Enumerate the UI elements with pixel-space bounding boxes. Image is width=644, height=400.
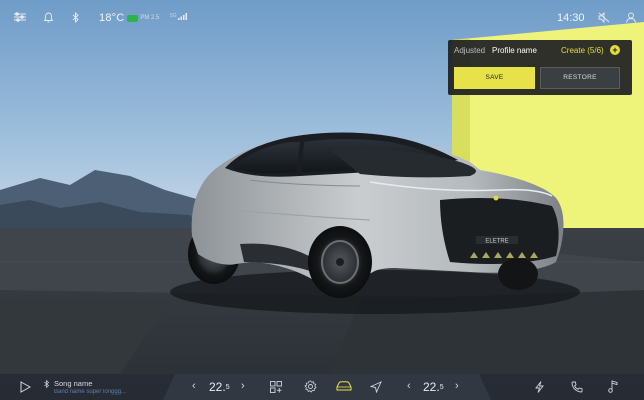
temp-right-value: 22. 5 xyxy=(423,380,444,394)
bluetooth-icon[interactable] xyxy=(72,12,79,23)
temp-right-integer: 22. xyxy=(423,380,440,394)
add-profile-icon[interactable]: + xyxy=(610,45,620,55)
temp-left-decimal: 5 xyxy=(225,383,230,391)
temp-left-integer: 22. xyxy=(209,380,226,394)
car-icon[interactable] xyxy=(336,381,352,392)
air-quality-indicator xyxy=(127,14,139,22)
air-quality-label: PM 2.5 xyxy=(140,15,160,21)
signal-icon: 5G xyxy=(170,12,188,20)
apps-grid-icon[interactable] xyxy=(270,381,282,393)
settings-sliders-icon[interactable] xyxy=(14,12,26,22)
user-icon[interactable] xyxy=(626,12,636,23)
temperature-readout: 18°C PM 2.5 xyxy=(99,12,159,24)
network-type: 5G xyxy=(170,13,177,19)
bell-icon[interactable] xyxy=(44,12,53,23)
temp-left-increase-button[interactable]: › xyxy=(241,380,245,392)
profile-panel: Adjusted Profile name Create (5/6) + SAV… xyxy=(448,40,632,95)
save-button[interactable]: SAVE xyxy=(454,67,535,89)
restore-button[interactable]: RESTORE xyxy=(540,67,620,89)
song-artist: Band name super longgg... xyxy=(54,389,127,395)
create-profile-link[interactable]: Create (5/6) xyxy=(561,46,604,55)
music-icon[interactable] xyxy=(608,380,618,393)
navigation-icon[interactable] xyxy=(370,381,382,393)
play-icon[interactable] xyxy=(20,381,31,393)
car-badge-text: ELETRE xyxy=(485,239,508,245)
adjusted-label: Adjusted xyxy=(454,46,486,55)
energy-icon[interactable] xyxy=(535,381,544,393)
bottom-dock: Song name Band name super longgg... ‹ 22… xyxy=(0,374,644,400)
temp-right-decimal: 5 xyxy=(439,383,444,391)
temp-right-decrease-button[interactable]: ‹ xyxy=(407,380,411,392)
temp-left-value: 22. 5 xyxy=(209,380,230,394)
bluetooth-small-icon xyxy=(44,380,49,388)
temperature-text: 18°C xyxy=(99,12,125,24)
mute-icon[interactable] xyxy=(598,12,610,23)
temp-left-decrease-button[interactable]: ‹ xyxy=(192,380,196,392)
settings-gear-icon[interactable] xyxy=(304,380,317,393)
infotainment-screen: ELETRE 18°C PM 2.5 5G 14:30 Adjusted Pro… xyxy=(0,0,644,400)
status-bar: 18°C PM 2.5 5G 14:30 xyxy=(0,0,644,40)
temp-right-increase-button[interactable]: › xyxy=(455,380,459,392)
phone-icon[interactable] xyxy=(571,381,583,393)
clock: 14:30 xyxy=(557,12,585,24)
profile-name[interactable]: Profile name xyxy=(492,46,537,55)
song-name[interactable]: Song name xyxy=(54,379,92,388)
